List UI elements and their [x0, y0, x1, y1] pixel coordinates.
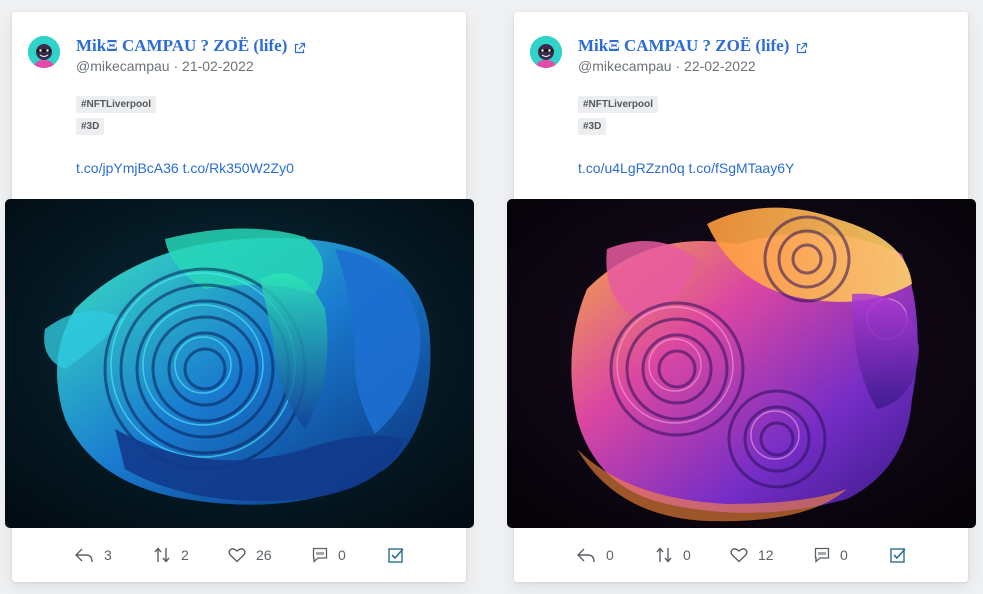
post-date: 21-02-2022 [182, 58, 254, 74]
short-link[interactable]: t.co/Rk350W2Zy0 [183, 160, 294, 176]
author-name[interactable]: MikΞ CAMPAU ? ZOË (life) [578, 36, 808, 56]
heart-icon[interactable] [730, 547, 748, 563]
teal-abstract-artwork [5, 199, 474, 528]
external-link-icon[interactable] [293, 40, 306, 53]
meta-separator: · [173, 58, 183, 74]
retweet-action[interactable]: 0 [655, 540, 691, 570]
select-action[interactable] [890, 540, 906, 570]
select-action[interactable] [388, 540, 404, 570]
quote-icon[interactable] [312, 547, 328, 563]
purple-abstract-artwork [507, 199, 976, 528]
post-links: t.co/jpYmjBcA36 t.co/Rk350W2Zy0 [76, 160, 294, 176]
like-action[interactable]: 12 [730, 540, 774, 570]
retweet-count: 2 [181, 547, 189, 563]
avatar[interactable] [530, 36, 562, 68]
avatar[interactable] [28, 36, 60, 68]
meta-separator: · [675, 58, 685, 74]
short-link[interactable]: t.co/jpYmjBcA36 [76, 160, 179, 176]
external-link-icon[interactable] [795, 40, 808, 53]
retweet-icon[interactable] [655, 547, 673, 563]
reply-action[interactable]: 3 [74, 540, 112, 570]
like-action[interactable]: 26 [228, 540, 272, 570]
post-card: MikΞ CAMPAU ? ZOË (life) @mikecampau · 2… [507, 12, 976, 582]
short-link[interactable]: t.co/fSgMTaay6Y [689, 160, 795, 176]
post-meta: @mikecampau · 22-02-2022 [578, 58, 756, 74]
author-name[interactable]: MikΞ CAMPAU ? ZOË (life) [76, 36, 306, 56]
handle: @mikecampau [578, 58, 672, 74]
hashtag[interactable]: #3D [76, 118, 105, 135]
retweet-icon[interactable] [153, 547, 171, 563]
checkbox-icon[interactable] [890, 547, 906, 563]
author-name-text[interactable]: MikΞ CAMPAU ? ZOË (life) [578, 36, 789, 56]
checkbox-icon[interactable] [388, 547, 404, 563]
hashtag[interactable]: #NFTLiverpool [578, 96, 659, 113]
retweet-action[interactable]: 2 [153, 540, 189, 570]
hashtag[interactable]: #NFTLiverpool [76, 96, 157, 113]
reply-count: 0 [606, 547, 614, 563]
like-count: 26 [256, 547, 272, 563]
post-meta: @mikecampau · 21-02-2022 [76, 58, 254, 74]
hashtag[interactable]: #3D [578, 118, 607, 135]
reply-icon[interactable] [74, 547, 94, 563]
quote-count: 0 [338, 547, 346, 563]
quote-icon[interactable] [814, 547, 830, 563]
quote-count: 0 [840, 547, 848, 563]
reply-action[interactable]: 0 [576, 540, 614, 570]
quote-action[interactable]: 0 [312, 540, 346, 570]
post-actions: 0 0 12 0 [514, 540, 968, 570]
post-image[interactable] [507, 199, 976, 528]
handle: @mikecampau [76, 58, 170, 74]
post-card: MikΞ CAMPAU ? ZOË (life) @mikecampau · 2… [5, 12, 474, 582]
quote-action[interactable]: 0 [814, 540, 848, 570]
post-links: t.co/u4LgRZzn0q t.co/fSgMTaay6Y [578, 160, 794, 176]
heart-icon[interactable] [228, 547, 246, 563]
post-actions: 3 2 26 0 [12, 540, 466, 570]
like-count: 12 [758, 547, 774, 563]
author-name-text[interactable]: MikΞ CAMPAU ? ZOË (life) [76, 36, 287, 56]
reply-count: 3 [104, 547, 112, 563]
retweet-count: 0 [683, 547, 691, 563]
post-date: 22-02-2022 [684, 58, 756, 74]
short-link[interactable]: t.co/u4LgRZzn0q [578, 160, 685, 176]
post-image[interactable] [5, 199, 474, 528]
reply-icon[interactable] [576, 547, 596, 563]
